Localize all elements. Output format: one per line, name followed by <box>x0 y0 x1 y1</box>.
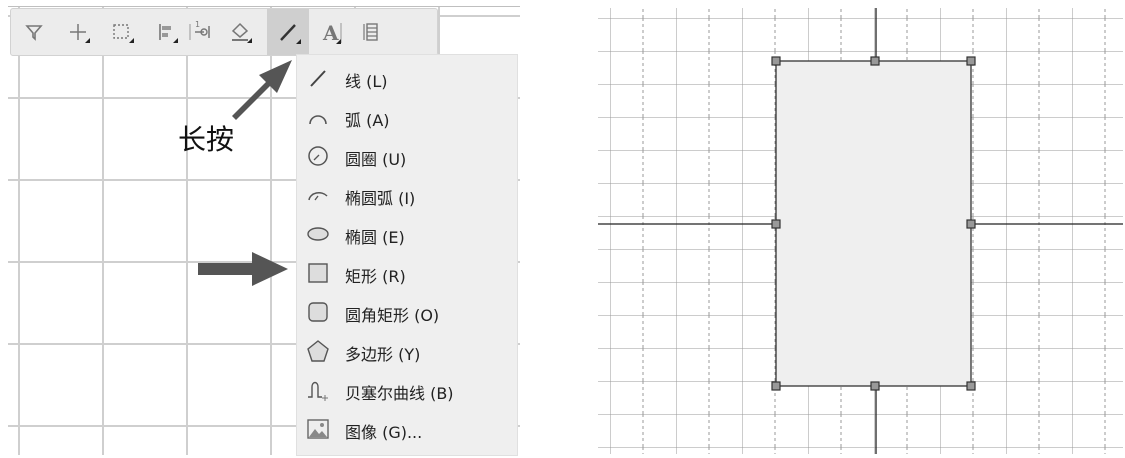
handle-bottom-right[interactable] <box>966 381 976 391</box>
handle-middle-left[interactable] <box>771 219 781 229</box>
annotation-arrows <box>198 60 292 286</box>
handle-bottom-middle[interactable] <box>870 381 880 391</box>
handle-top-left[interactable] <box>771 56 781 66</box>
handle-bottom-left[interactable] <box>771 381 781 391</box>
long-press-arrow <box>232 60 292 120</box>
rectangle-pointer-arrow <box>198 252 288 286</box>
selected-rectangle[interactable] <box>775 60 972 387</box>
handle-top-middle[interactable] <box>870 56 880 66</box>
handle-middle-right[interactable] <box>966 219 976 229</box>
handle-top-right[interactable] <box>966 56 976 66</box>
drawing-canvas[interactable] <box>598 8 1123 454</box>
